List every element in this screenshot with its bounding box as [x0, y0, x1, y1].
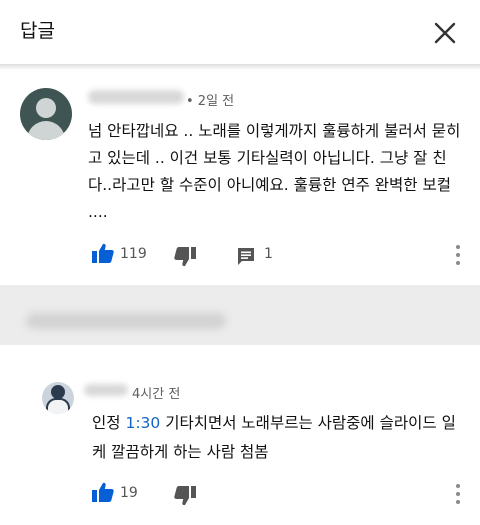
page-title: 답글 — [20, 20, 55, 42]
comment-meta: • 2일 전 — [186, 94, 235, 109]
like-icon[interactable] — [92, 482, 114, 502]
close-button[interactable] — [430, 18, 460, 48]
reply-text: 인정 1:30 기타치면서 노래부르는 사람중에 슬라이드 일케 깔끔하게 하는… — [92, 409, 464, 467]
reply-icon[interactable] — [236, 246, 256, 266]
dislike-icon[interactable] — [174, 486, 196, 506]
dot — [456, 253, 460, 257]
reply-text-before: 인정 — [92, 414, 126, 432]
dislike-icon[interactable] — [174, 247, 196, 267]
collapsed-section — [0, 285, 480, 345]
avatar-head — [36, 98, 56, 118]
avatar[interactable] — [20, 88, 72, 140]
avatar-body — [27, 121, 65, 140]
reply-meta: 4시간 전 — [132, 387, 181, 402]
like-icon[interactable] — [92, 243, 114, 263]
reply-comment: 4시간 전 인정 1:30 기타치면서 노래부르는 사람중에 슬라이드 일케 깔… — [0, 345, 480, 525]
author-name-redacted[interactable] — [88, 90, 184, 104]
more-options-icon[interactable] — [455, 244, 461, 266]
dot — [456, 245, 460, 249]
redacted-content — [26, 313, 226, 329]
header-bar: 답글 — [0, 0, 480, 64]
dot — [456, 484, 460, 488]
like-count: 119 — [120, 246, 147, 262]
avatar[interactable] — [42, 382, 74, 414]
dot — [456, 500, 460, 504]
dot — [456, 261, 460, 265]
timestamp-link[interactable]: 1:30 — [125, 414, 160, 432]
dot — [456, 492, 460, 496]
reply-count: 1 — [264, 246, 273, 262]
close-icon — [434, 22, 456, 44]
author-name-redacted[interactable] — [84, 384, 128, 396]
comment-text: 넘 안타깝네요 .. 노래를 이렇게까지 훌륭하게 불러서 묻히고 있는데 ..… — [88, 122, 461, 221]
avatar-head — [51, 385, 65, 399]
parent-comment: • 2일 전 넘 안타깝네요 .. 노래를 이렇게까지 훌륭하게 불러서 묻히고… — [0, 70, 480, 285]
like-count: 19 — [120, 485, 138, 501]
more-options-icon[interactable] — [455, 483, 461, 505]
avatar-body — [46, 398, 70, 414]
